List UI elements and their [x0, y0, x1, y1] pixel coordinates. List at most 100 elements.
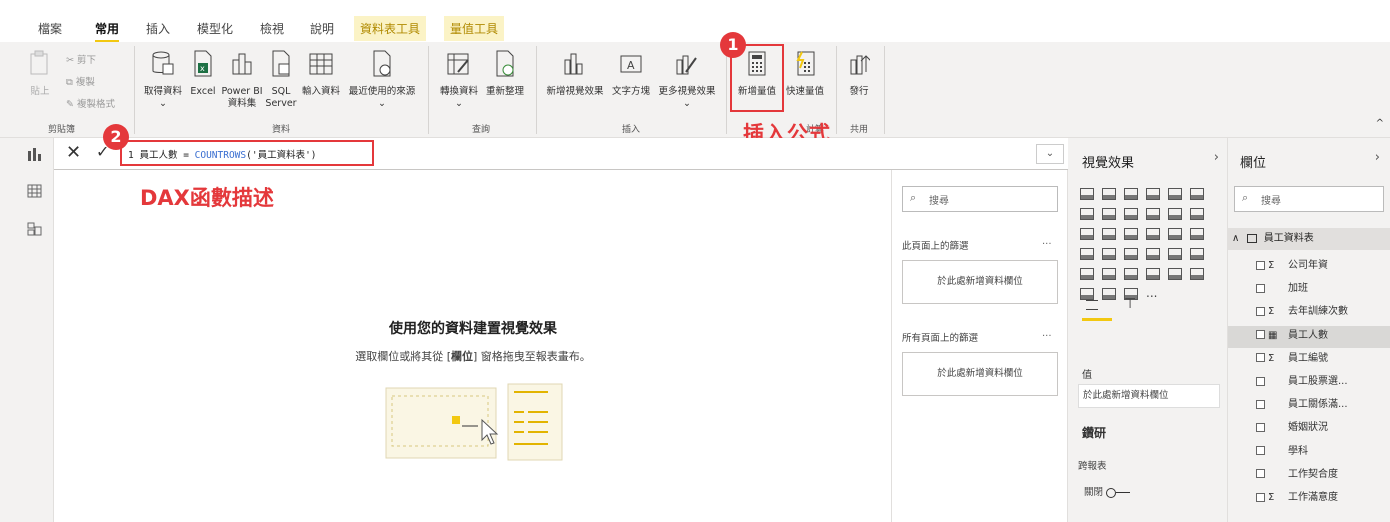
filters-all-pages-drop[interactable]: 於此處新增資料欄位	[902, 352, 1058, 396]
tab-insert[interactable]: 插入	[146, 20, 170, 37]
visual-type-icon[interactable]	[1102, 208, 1116, 220]
visual-type-icon[interactable]	[1124, 188, 1138, 200]
tab-help[interactable]: 說明	[310, 20, 334, 37]
field-item[interactable]: 加班	[1256, 279, 1390, 301]
refresh-button[interactable]: 重新整理	[482, 50, 528, 98]
enter-data-button[interactable]: 輸入資料	[298, 50, 344, 98]
collapse-ribbon-icon[interactable]: ^	[1376, 118, 1384, 129]
visual-type-icon[interactable]	[1102, 188, 1116, 200]
field-checkbox[interactable]	[1256, 492, 1265, 502]
recent-sources-button[interactable]: 最近使用的來源 ⌄	[344, 50, 420, 110]
visual-type-icon[interactable]	[1080, 248, 1094, 260]
transform-data-button[interactable]: 轉換資料 ⌄	[436, 50, 482, 110]
cancel-formula-icon[interactable]: ✕	[66, 142, 81, 163]
tab-file[interactable]: 檔案	[38, 20, 62, 37]
field-checkbox[interactable]	[1256, 330, 1265, 340]
visual-type-icon[interactable]	[1124, 228, 1138, 240]
cut-button[interactable]: ✂ 剪下	[66, 52, 96, 66]
field-item[interactable]: ▦ 員工人數	[1228, 325, 1390, 348]
expand-formula-button[interactable]: ⌄	[1036, 144, 1064, 164]
report-view-icon[interactable]	[27, 148, 43, 162]
field-checkbox[interactable]	[1256, 399, 1265, 409]
format-painter-button[interactable]: ✎ 複製格式	[66, 96, 115, 110]
more-visuals-button[interactable]: 更多視覺效果 ⌄	[654, 50, 720, 110]
quick-measure-button[interactable]: 快速量值	[782, 50, 828, 98]
fields-search-input[interactable]: ⌕ 搜尋	[1234, 186, 1384, 212]
visual-type-icon[interactable]	[1102, 228, 1116, 240]
collapse-fields-icon[interactable]: ›	[1375, 150, 1380, 165]
field-item[interactable]: Σ 去年訓練次數	[1256, 302, 1390, 324]
data-view-icon[interactable]	[27, 184, 43, 198]
visual-type-icon[interactable]	[1102, 288, 1116, 300]
model-view-icon[interactable]	[27, 222, 43, 236]
field-item[interactable]: Σ 公司年資	[1256, 256, 1390, 278]
field-item[interactable]: 學科	[1256, 442, 1390, 464]
visual-type-icon[interactable]	[1124, 268, 1138, 280]
visual-type-icon[interactable]	[1168, 248, 1182, 260]
format-paint-roller-icon[interactable]: ⊤	[1124, 296, 1136, 312]
more-visuals-icon[interactable]: ...	[1146, 287, 1160, 300]
visual-type-icon[interactable]	[1168, 228, 1182, 240]
visual-type-icon[interactable]	[1080, 228, 1094, 240]
visual-type-icon[interactable]	[1080, 208, 1094, 220]
tab-measure-tools[interactable]: 量值工具	[444, 16, 505, 41]
visual-type-icon[interactable]	[1168, 208, 1182, 220]
fields-table-header[interactable]: ∧ 員工資料表	[1228, 228, 1390, 250]
fields-well-icon[interactable]	[1086, 300, 1098, 310]
visual-type-icon[interactable]	[1146, 208, 1160, 220]
copy-button[interactable]: ⧉ 複製	[66, 74, 95, 88]
field-checkbox[interactable]	[1256, 422, 1265, 432]
field-checkbox[interactable]	[1256, 306, 1265, 316]
values-well-drop[interactable]: 於此處新增資料欄位	[1078, 384, 1220, 408]
filters-this-page-drop[interactable]: 於此處新增資料欄位	[902, 260, 1058, 304]
visual-type-icon[interactable]	[1102, 248, 1116, 260]
field-item[interactable]: 工作契合度	[1256, 465, 1390, 487]
visual-type-icon[interactable]	[1080, 188, 1094, 200]
visual-type-icon[interactable]	[1190, 248, 1204, 260]
field-item[interactable]: Σ 工作滿意度	[1256, 488, 1390, 510]
field-checkbox[interactable]	[1256, 353, 1265, 363]
publish-button[interactable]: 發行	[842, 50, 876, 98]
visual-type-icon[interactable]	[1124, 248, 1138, 260]
visual-type-icon[interactable]	[1190, 228, 1204, 240]
paste-button[interactable]: 貼上	[24, 50, 56, 98]
get-data-button[interactable]: 取得資料 ⌄	[140, 50, 186, 110]
visual-type-icon[interactable]	[1080, 288, 1094, 300]
field-item[interactable]: 員工股票選...	[1256, 372, 1390, 394]
new-visual-button[interactable]: 新增視覺效果	[542, 50, 608, 98]
tab-modeling[interactable]: 模型化	[197, 20, 233, 37]
visual-type-icon[interactable]	[1146, 228, 1160, 240]
visual-type-icon[interactable]	[1146, 268, 1160, 280]
visual-type-icon[interactable]	[1168, 188, 1182, 200]
field-item[interactable]: Σ 員工編號	[1256, 349, 1390, 371]
visual-type-icon[interactable]	[1102, 268, 1116, 280]
collapse-viz-icon[interactable]: ›	[1214, 150, 1219, 165]
field-item[interactable]: 婚姻狀況	[1256, 418, 1390, 440]
visual-type-icon[interactable]	[1168, 268, 1182, 280]
visual-type-icon[interactable]	[1146, 248, 1160, 260]
sql-server-button[interactable]: SQL Server	[264, 50, 298, 110]
filters-search-input[interactable]: ⌕ 搜尋	[902, 186, 1058, 212]
filters-all-pages-more[interactable]: ...	[1042, 328, 1052, 339]
field-checkbox[interactable]	[1256, 469, 1265, 479]
tab-home[interactable]: 常用	[95, 20, 120, 43]
field-checkbox[interactable]	[1256, 446, 1265, 456]
visual-type-icon[interactable]	[1146, 188, 1160, 200]
powerbi-dataset-button[interactable]: Power BI 資料集	[220, 50, 264, 110]
tab-table-tools[interactable]: 資料表工具	[354, 16, 427, 41]
visual-type-icon[interactable]	[1190, 268, 1204, 280]
textbox-button[interactable]: A 文字方塊	[608, 50, 654, 98]
visual-type-icon[interactable]	[1080, 268, 1094, 280]
field-checkbox[interactable]	[1256, 260, 1265, 270]
visual-type-icon[interactable]	[1124, 208, 1138, 220]
visual-type-icon[interactable]	[1190, 208, 1204, 220]
visual-type-icon[interactable]	[1190, 188, 1204, 200]
field-checkbox[interactable]	[1256, 283, 1265, 293]
excel-button[interactable]: x Excel	[188, 50, 218, 98]
field-item[interactable]: 員工關係滿...	[1256, 395, 1390, 417]
field-checkbox[interactable]	[1256, 376, 1265, 386]
cross-report-toggle[interactable]: 關閉	[1084, 484, 1132, 498]
tab-view[interactable]: 檢視	[260, 20, 284, 37]
filters-this-page-more[interactable]: ...	[1042, 236, 1052, 247]
report-canvas[interactable]: DAX函數描述 使用您的資料建置視覺效果 選取欄位或將其從 [欄位] 窗格拖曳至…	[54, 170, 892, 522]
